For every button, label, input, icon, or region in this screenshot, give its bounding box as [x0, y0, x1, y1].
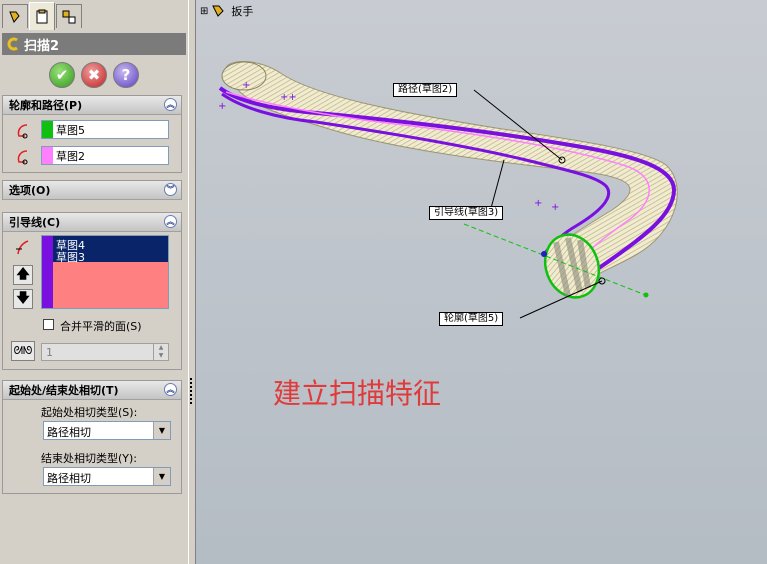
- guide-color-swatch: [42, 236, 53, 308]
- tangency-header-label: 起始处/结束处相切(T): [9, 384, 119, 397]
- tangency-header[interactable]: 起始处/结束处相切(T) ︽: [3, 381, 181, 400]
- path-sketch-icon: [17, 150, 28, 165]
- guide-curves-group: 引导线(C) ︽ 草图4 草图3 🡅 🡇 合并平滑的面(S) ᘛᘚ 1 ▲ ▼: [2, 212, 182, 370]
- construction-point: [643, 292, 649, 298]
- feature-title: 扫描2: [24, 38, 60, 54]
- guide-curves-list[interactable]: 草图4 草图3: [41, 235, 169, 309]
- options-header[interactable]: 选项(O) ︾: [3, 181, 181, 200]
- options-header-label: 选项(O): [9, 184, 51, 197]
- configuration-icon: [62, 10, 76, 23]
- sketch-plus-markers: +: [218, 101, 226, 112]
- end-tangency-value: 路径相切: [47, 472, 91, 485]
- start-tangency-label: 起始处相切类型(S):: [41, 406, 138, 419]
- profile-color-swatch: [42, 121, 53, 138]
- sketch-plus-markers: +: [242, 80, 250, 91]
- cancel-icon: ✖: [87, 66, 101, 84]
- guide-curve-icon: [16, 240, 29, 255]
- help-button[interactable]: ?: [113, 62, 139, 88]
- splitter-grip-icon: [190, 378, 195, 404]
- sweep-model-view: + + ++ + +: [218, 61, 678, 319]
- path-color-swatch: [42, 147, 53, 164]
- sketch-plus-markers: +: [551, 202, 559, 213]
- merge-smooth-faces-label: 合并平滑的面(S): [60, 320, 142, 333]
- profile-path-group: 轮廓和路径(P) ︽ 草图5 草图2: [2, 95, 182, 173]
- path-selection-field[interactable]: 草图2: [41, 146, 169, 165]
- profile-path-header[interactable]: 轮廓和路径(P) ︽: [3, 96, 181, 115]
- section-spinner-value: 1: [46, 346, 53, 359]
- expand-chevron-icon[interactable]: ︾: [164, 183, 177, 196]
- path-callout[interactable]: 路径(草图2): [393, 83, 458, 97]
- guide-curves-header[interactable]: 引导线(C) ︽: [3, 213, 181, 232]
- tangency-group: 起始处/结束处相切(T) ︽ 起始处相切类型(S): 路径相切 ▼ 结束处相切类…: [2, 380, 182, 494]
- property-manager-panel: 扫描2 ✔ ✖ ? 轮廓和路径(P) ︽ 草图5 草图2 选项(O) ︾ 引导线: [0, 0, 188, 564]
- collapse-chevron-icon[interactable]: ︽: [164, 98, 177, 111]
- move-up-button[interactable]: 🡅: [13, 265, 33, 285]
- graphics-area[interactable]: ⊞ 扳手 + + ++ + + 路径(草图2) 引导线(草图3) 轮廓(草图5): [196, 0, 767, 564]
- panel-splitter[interactable]: [188, 0, 196, 564]
- profile-sketch-icon: [17, 124, 28, 139]
- tab-property-manager[interactable]: [29, 2, 55, 30]
- sweep-feature-icon: [7, 37, 18, 51]
- guide-callout-leader: [489, 159, 505, 213]
- arrow-up-icon: 🡅: [16, 267, 30, 282]
- profile-path-header-label: 轮廓和路径(P): [9, 99, 83, 112]
- merge-smooth-faces-checkbox[interactable]: [43, 319, 54, 330]
- sketch-plus-markers: +: [534, 198, 542, 209]
- options-group: 选项(O) ︾: [2, 180, 182, 200]
- start-tangency-value: 路径相切: [47, 426, 91, 439]
- confirm-row: ✔ ✖ ?: [0, 60, 188, 90]
- feature-title-bar: 扫描2: [2, 33, 186, 55]
- guide-curves-header-label: 引导线(C): [9, 216, 61, 229]
- profile-selection-field[interactable]: 草图5: [41, 120, 169, 139]
- feature-tree-icon: [9, 11, 20, 23]
- glasses-icon: ᘛᘚ: [13, 344, 33, 357]
- profile-callout[interactable]: 轮廓(草图5): [439, 312, 504, 326]
- start-tangency-select[interactable]: 路径相切 ▼: [43, 421, 171, 440]
- cancel-button[interactable]: ✖: [81, 62, 107, 88]
- profile-value: 草图5: [56, 123, 85, 137]
- chevron-down-icon[interactable]: ▼: [153, 422, 170, 439]
- chevron-down-icon[interactable]: ▼: [153, 468, 170, 485]
- tab-feature-manager[interactable]: [2, 4, 28, 28]
- collapse-chevron-icon[interactable]: ︽: [164, 215, 177, 228]
- guide-point: [541, 251, 547, 257]
- path-value: 草图2: [56, 149, 85, 163]
- show-sections-button[interactable]: ᘛᘚ: [11, 341, 35, 361]
- property-sheet-icon: [36, 9, 48, 23]
- tab-configuration-manager[interactable]: [56, 4, 82, 28]
- ok-icon: ✔: [55, 66, 69, 84]
- slide-heading: 建立扫描特征: [273, 377, 442, 410]
- panel-tabs: [0, 0, 188, 31]
- end-tangency-select[interactable]: 路径相切 ▼: [43, 467, 171, 486]
- spinner-arrows-icon: ▲ ▼: [153, 344, 168, 360]
- list-item[interactable]: 草图3: [56, 249, 85, 265]
- ok-button[interactable]: ✔: [49, 62, 75, 88]
- section-spinner[interactable]: 1 ▲ ▼: [41, 343, 169, 361]
- end-tangency-label: 结束处相切类型(Y):: [41, 452, 138, 465]
- collapse-chevron-icon[interactable]: ︽: [164, 383, 177, 396]
- guide-callout[interactable]: 引导线(草图3): [429, 206, 504, 220]
- move-down-button[interactable]: 🡇: [13, 289, 33, 309]
- arrow-down-icon: 🡇: [16, 291, 30, 306]
- help-icon: ?: [121, 66, 131, 84]
- sketch-plus-markers: ++: [280, 92, 297, 103]
